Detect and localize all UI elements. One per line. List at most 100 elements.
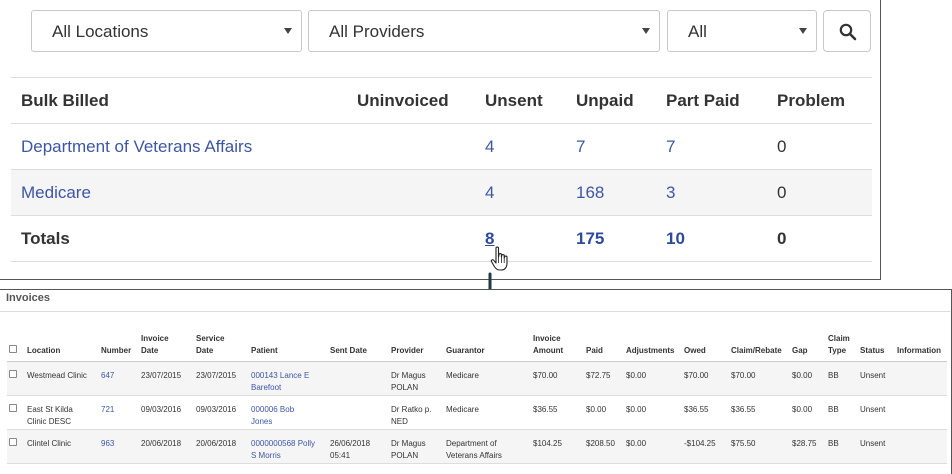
paid-cell: $72.75 bbox=[584, 361, 624, 396]
adjustments-cell: $0.00 bbox=[624, 361, 682, 396]
unsent-count-link[interactable]: 4 bbox=[485, 183, 494, 202]
unpaid-count-link[interactable]: 168 bbox=[576, 183, 604, 202]
claim-rebate-cell: $75.50 bbox=[729, 429, 790, 464]
column-header-number: Number bbox=[99, 325, 139, 362]
location-select[interactable]: All Locations bbox=[31, 10, 302, 52]
column-header-service-date: Service Date bbox=[194, 325, 249, 362]
claim-type-cell: BB bbox=[826, 361, 858, 396]
owed-cell: $36.55 bbox=[682, 395, 729, 430]
problem-count: 0 bbox=[776, 169, 872, 216]
claim-rebate-cell: $36.55 bbox=[729, 395, 790, 430]
guarantor-link[interactable]: Department of Veterans Affairs bbox=[21, 137, 252, 156]
invoice-amount-cell: $70.00 bbox=[531, 361, 584, 396]
invoice-amount-cell: $36.55 bbox=[531, 395, 584, 430]
unpaid-count-link[interactable]: 7 bbox=[576, 137, 585, 156]
invoice-amount-cell: $104.25 bbox=[531, 429, 584, 464]
information-cell bbox=[895, 361, 947, 396]
guarantor-cell: Medicare bbox=[444, 361, 531, 396]
invoice-number-link[interactable]: 721 bbox=[101, 405, 114, 414]
column-header-paid: Paid bbox=[584, 325, 624, 362]
adjustments-cell: $0.00 bbox=[624, 395, 682, 430]
invoice-date-cell: 20/06/2018 bbox=[139, 429, 194, 464]
status-cell: Unsent bbox=[858, 395, 895, 430]
guarantor-cell: Department of Veterans Affairs bbox=[444, 429, 531, 464]
hand-pointer-icon bbox=[490, 246, 508, 271]
information-cell bbox=[895, 429, 947, 464]
patient-link[interactable]: 000143 Lance E Barefoot bbox=[251, 371, 309, 392]
guarantor-link[interactable]: Medicare bbox=[21, 183, 91, 202]
service-date-cell: 23/07/2015 bbox=[194, 361, 249, 396]
status-select-value: All bbox=[688, 22, 707, 41]
location-select-value: All Locations bbox=[52, 22, 149, 41]
row-checkbox[interactable] bbox=[9, 369, 17, 378]
gap-cell: $0.00 bbox=[790, 395, 826, 430]
search-button[interactable] bbox=[823, 10, 871, 52]
invoices-table: Location Number Invoice Date Service Date … bbox=[7, 325, 947, 464]
location-cell: East St Kilda Clinic DESC bbox=[25, 395, 99, 430]
column-header-guarantor: Guarantor bbox=[444, 325, 531, 362]
sent-date-cell bbox=[328, 361, 389, 396]
provider-cell: Dr Magus POLAN bbox=[389, 361, 444, 396]
totals-unpaid-link[interactable]: 175 bbox=[576, 229, 604, 248]
patient-link[interactable]: 000006 Bob Jones bbox=[251, 405, 294, 426]
totals-unsent-link[interactable]: 8 bbox=[485, 229, 494, 248]
table-row[interactable]: Clintel Clinic 963 20/06/2018 20/06/2018… bbox=[7, 429, 947, 464]
uninvoiced-count bbox=[348, 123, 484, 170]
chevron-down-icon bbox=[799, 28, 807, 34]
paid-cell: $208.50 bbox=[584, 429, 624, 464]
uninvoiced-count bbox=[348, 169, 484, 216]
gap-cell: $28.75 bbox=[790, 429, 826, 464]
guarantor-cell: Medicare bbox=[444, 395, 531, 430]
totals-part-paid-link[interactable]: 10 bbox=[666, 229, 685, 248]
part-paid-count-link[interactable]: 3 bbox=[666, 183, 675, 202]
totals-problem: 0 bbox=[776, 215, 872, 262]
claim-type-cell: BB bbox=[826, 429, 858, 464]
totals-label: Totals bbox=[11, 215, 348, 262]
table-row[interactable]: East St Kilda Clinic DESC 721 09/03/2016 … bbox=[7, 395, 947, 430]
column-header-uninvoiced: Uninvoiced bbox=[348, 77, 484, 124]
sent-date-cell bbox=[328, 395, 389, 430]
invoice-number-link[interactable]: 647 bbox=[101, 371, 114, 380]
claim-rebate-cell: $70.00 bbox=[729, 361, 790, 396]
sent-date-cell: 26/06/2018 05:41 bbox=[328, 429, 389, 464]
column-header-sent-date: Sent Date bbox=[328, 325, 389, 362]
status-select[interactable]: All bbox=[667, 10, 817, 52]
status-cell: Unsent bbox=[858, 361, 895, 396]
column-header-owed: Owed bbox=[682, 325, 729, 362]
location-cell: Clintel Clinic bbox=[25, 429, 99, 464]
column-header-invoice-date: Invoice Date bbox=[139, 325, 194, 362]
column-header-provider: Provider bbox=[389, 325, 444, 362]
table-row[interactable]: Westmead Clinic 647 23/07/2015 23/07/201… bbox=[7, 361, 947, 396]
invoices-title: Invoices bbox=[6, 292, 51, 304]
column-header-gap: Gap bbox=[790, 325, 826, 362]
invoices-panel: Invoices Location Number Invoice Date Ser… bbox=[0, 289, 952, 474]
gap-cell: $0.00 bbox=[790, 361, 826, 396]
select-all-checkbox[interactable] bbox=[9, 344, 17, 353]
column-header-claim-type: Claim Type bbox=[826, 325, 858, 362]
problem-count: 0 bbox=[776, 123, 872, 170]
provider-cell: Dr Ratko p. NED bbox=[389, 395, 444, 430]
information-cell bbox=[895, 395, 947, 430]
chevron-down-icon bbox=[284, 28, 292, 34]
column-header-unsent: Unsent bbox=[484, 77, 575, 124]
row-checkbox[interactable] bbox=[9, 403, 17, 412]
column-header-unpaid: Unpaid bbox=[575, 77, 665, 124]
totals-uninvoiced bbox=[348, 215, 484, 262]
service-date-cell: 20/06/2018 bbox=[194, 429, 249, 464]
invoice-number-link[interactable]: 963 bbox=[101, 439, 114, 448]
invoice-date-cell: 09/03/2016 bbox=[139, 395, 194, 430]
provider-cell: Dr Magus POLAN bbox=[389, 429, 444, 464]
provider-select[interactable]: All Providers bbox=[308, 10, 660, 52]
claim-type-cell: BB bbox=[826, 395, 858, 430]
patient-link[interactable]: 0000000568 Polly S Morris bbox=[251, 439, 315, 460]
table-header-row: Location Number Invoice Date Service Date … bbox=[7, 325, 947, 362]
search-icon bbox=[839, 23, 857, 41]
column-header-problem: Problem bbox=[776, 77, 872, 124]
unsent-count-link[interactable]: 4 bbox=[485, 137, 494, 156]
column-header-location: Location bbox=[25, 325, 99, 362]
part-paid-count-link[interactable]: 7 bbox=[666, 137, 675, 156]
paid-cell: $0.00 bbox=[584, 395, 624, 430]
row-checkbox[interactable] bbox=[9, 437, 17, 446]
provider-select-value: All Providers bbox=[329, 22, 425, 41]
column-header-status: Status bbox=[858, 325, 895, 362]
